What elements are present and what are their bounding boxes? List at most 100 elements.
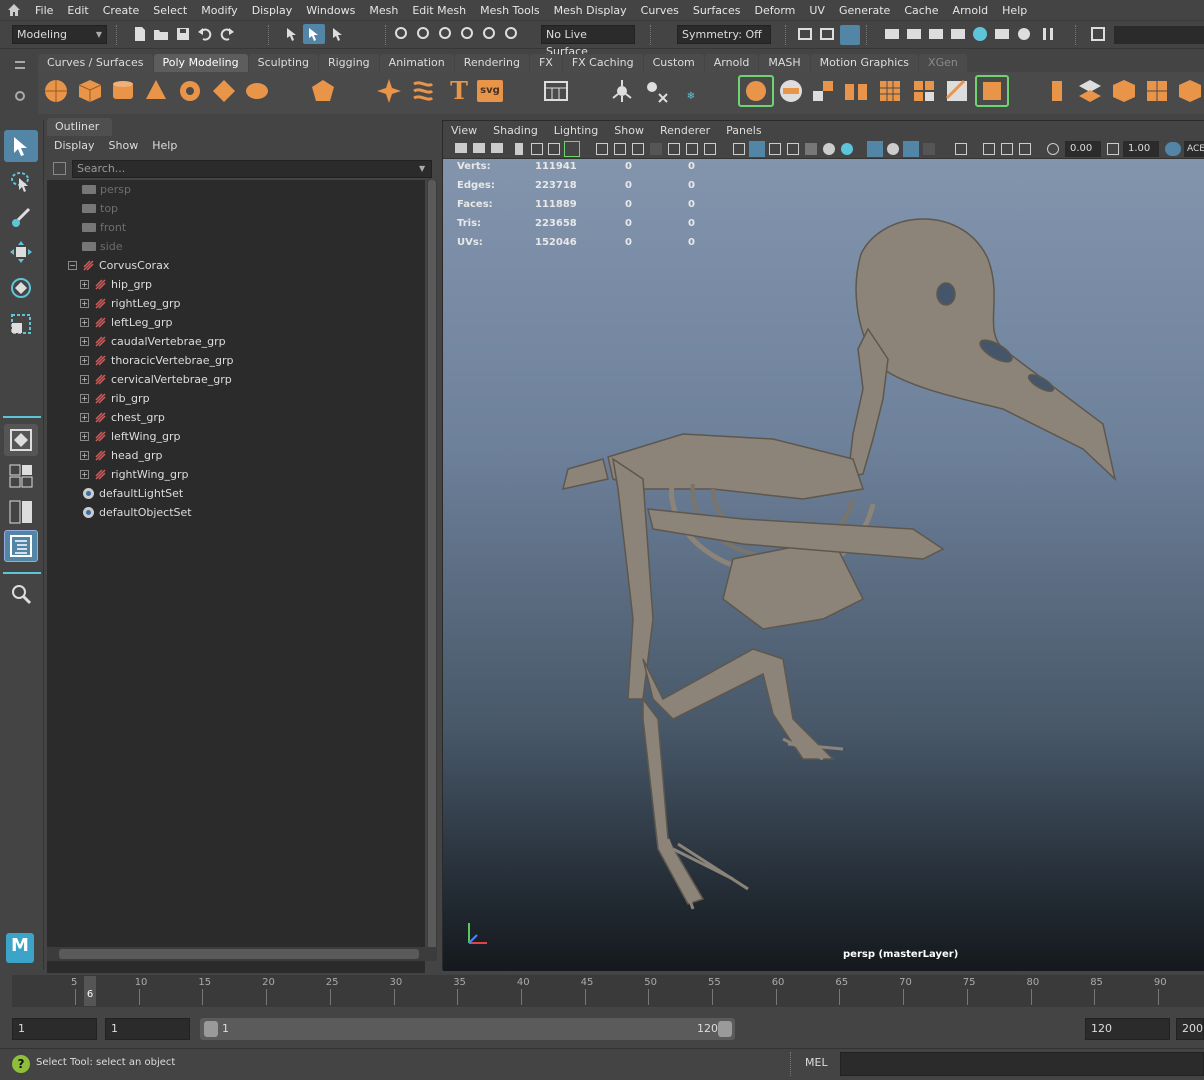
outliner-item-front[interactable]: front	[47, 218, 425, 237]
mel-label[interactable]: MEL	[805, 1056, 828, 1069]
tab-poly-modeling[interactable]: Poly Modeling	[153, 54, 248, 72]
film-gate-icon[interactable]	[614, 143, 626, 155]
menu-display[interactable]: Display	[245, 0, 300, 21]
select-component-icon[interactable]	[330, 26, 346, 42]
automatic-mapping-icon[interactable]	[1144, 78, 1170, 104]
four-view-layout-button[interactable]	[4, 460, 38, 492]
scale-tool-button[interactable]	[4, 308, 38, 340]
select-object-mode-button[interactable]	[303, 24, 325, 44]
menu-edit[interactable]: Edit	[60, 0, 95, 21]
menu-edit-mesh[interactable]: Edit Mesh	[405, 0, 473, 21]
viewport-menu-lighting[interactable]: Lighting	[546, 121, 606, 140]
hypershade-icon[interactable]	[972, 26, 988, 42]
filter-icon[interactable]	[53, 162, 66, 175]
viewport-menu-view[interactable]: View	[443, 121, 485, 140]
viewport-menu-renderer[interactable]: Renderer	[652, 121, 718, 140]
viewport-canvas[interactable]: Verts: 111941 0 0 Edges: 223718 0 0 Face…	[443, 159, 1204, 971]
extrude-icon[interactable]	[810, 78, 836, 104]
sweep-mesh-icon[interactable]	[410, 78, 436, 104]
poly-sphere-icon[interactable]	[43, 78, 69, 104]
outliner-item-persp[interactable]: persp	[47, 180, 425, 199]
outliner-menu-show[interactable]: Show	[102, 136, 146, 156]
tab-custom[interactable]: Custom	[643, 54, 704, 72]
snap-view-plane-icon[interactable]	[460, 26, 476, 42]
freeze-transform-icon[interactable]: ❄	[676, 78, 706, 104]
safe-title-icon[interactable]	[704, 143, 716, 155]
grease-pencil-icon[interactable]	[531, 143, 543, 155]
snap-curve-icon[interactable]	[416, 26, 432, 42]
snap-grid-icon[interactable]	[394, 26, 410, 42]
output-ops-icon[interactable]	[819, 26, 835, 42]
mode-dropdown[interactable]: Modeling ▼	[12, 25, 107, 44]
menu-surfaces[interactable]: Surfaces	[686, 0, 748, 21]
fill-hole-icon[interactable]	[911, 78, 937, 104]
tab-curves-surfaces[interactable]: Curves / Surfaces	[38, 54, 153, 72]
grease-pencil-active-icon[interactable]	[564, 141, 580, 157]
menu-generate[interactable]: Generate	[832, 0, 897, 21]
gamma-field[interactable]: 1.00	[1123, 141, 1159, 157]
multi-cut-icon[interactable]	[944, 78, 970, 104]
field-chart-icon[interactable]	[668, 143, 680, 155]
menu-create[interactable]: Create	[96, 0, 147, 21]
undo-icon[interactable]	[197, 26, 213, 42]
playback-end-field[interactable]: 120	[1085, 1018, 1170, 1040]
menu-deform[interactable]: Deform	[747, 0, 802, 21]
live-surface-field[interactable]: No Live Surface	[541, 25, 635, 58]
uv-editor-icon[interactable]	[1177, 78, 1203, 104]
poly-plane-icon[interactable]	[211, 78, 237, 104]
single-perspective-layout-button[interactable]	[4, 424, 38, 456]
search-tool-button[interactable]	[4, 578, 38, 610]
poly-torus-icon[interactable]	[177, 78, 203, 104]
bridge-icon[interactable]	[843, 78, 869, 104]
expand-icon[interactable]: +	[80, 394, 89, 403]
outliner-item-group[interactable]: + hip_grp	[47, 275, 425, 294]
outliner-menu-help[interactable]: Help	[145, 136, 184, 156]
range-slider-bar[interactable]	[200, 1018, 735, 1040]
gamma-icon[interactable]	[1107, 143, 1119, 155]
combine-icon[interactable]	[609, 78, 635, 104]
viewport-menu-show[interactable]: Show	[606, 121, 652, 140]
menu-cache[interactable]: Cache	[897, 0, 945, 21]
select-hierarchy-icon[interactable]	[284, 26, 300, 42]
color-management-icon[interactable]	[1165, 142, 1181, 156]
center-pivot-icon[interactable]	[1044, 78, 1070, 104]
super-shape-icon[interactable]	[376, 78, 402, 104]
outliner-search-input[interactable]: Search...	[72, 160, 432, 178]
bevel-icon[interactable]	[778, 78, 804, 104]
outliner-item-group[interactable]: + cervicalVertebrae_grp	[47, 370, 425, 389]
outliner-item-group[interactable]: + leftLeg_grp	[47, 313, 425, 332]
expand-icon[interactable]: +	[80, 318, 89, 327]
new-scene-icon[interactable]	[132, 26, 148, 42]
snap-point-icon[interactable]	[438, 26, 454, 42]
open-scene-icon[interactable]	[153, 26, 169, 42]
tab-sculpting[interactable]: Sculpting	[248, 54, 318, 72]
outliner-title[interactable]: Outliner	[47, 118, 112, 136]
image-plane-icon[interactable]	[491, 143, 503, 153]
outliner-item-side[interactable]: side	[47, 237, 425, 256]
outliner-item-group[interactable]: + caudalVertebrae_grp	[47, 332, 425, 351]
grid-icon[interactable]	[596, 143, 608, 155]
playback-start-field[interactable]: 1	[105, 1018, 190, 1040]
construction-history-button[interactable]	[840, 25, 860, 45]
bookmark-icon[interactable]	[515, 143, 523, 155]
snap-vertex-icon[interactable]	[504, 26, 520, 42]
range-start-handle[interactable]	[204, 1021, 218, 1037]
chevron-down-icon[interactable]: ▼	[419, 164, 425, 173]
move-tool-button[interactable]	[4, 236, 38, 268]
menu-select[interactable]: Select	[146, 0, 194, 21]
outliner-item-group[interactable]: + rib_grp	[47, 389, 425, 408]
wireframe-icon[interactable]	[733, 143, 745, 155]
depth-peeling-icon[interactable]	[983, 143, 995, 155]
isolate-select-icon[interactable]	[867, 141, 883, 157]
collapse-icon[interactable]: −	[68, 261, 77, 270]
type-tool-icon[interactable]	[543, 78, 569, 104]
smooth-tool-button[interactable]	[738, 75, 774, 107]
xray-icon[interactable]	[887, 143, 899, 155]
tab-rendering[interactable]: Rendering	[454, 54, 529, 72]
animation-start-field[interactable]: 1	[12, 1018, 97, 1040]
current-frame-marker[interactable]: 6	[84, 976, 96, 1006]
exposure-field[interactable]: 0.00	[1065, 141, 1101, 157]
symmetry-dropdown[interactable]: Symmetry: Off	[677, 25, 771, 44]
shelf-menu-icon[interactable]	[15, 61, 25, 69]
animation-end-field[interactable]: 200	[1176, 1018, 1204, 1040]
